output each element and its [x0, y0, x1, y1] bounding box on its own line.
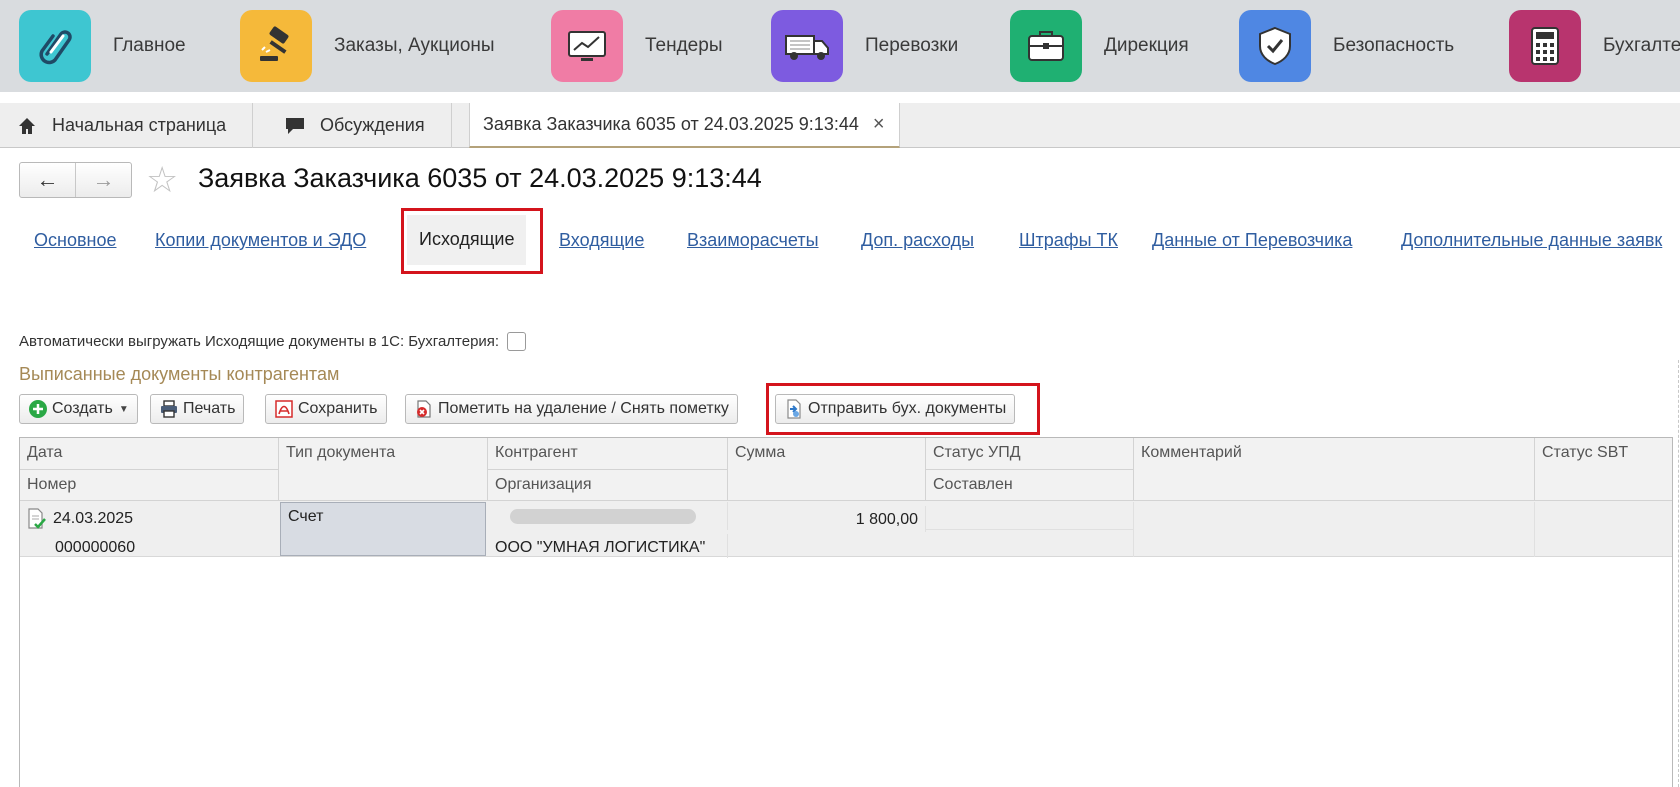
column-header-doc-type[interactable]: Тип документа [279, 438, 488, 501]
auto-export-row: Автоматически выгружать Исходящие докуме… [19, 332, 527, 351]
page-title: Заявка Заказчика 6035 от 24.03.2025 9:13… [198, 163, 762, 193]
arrow-left-icon: ← [36, 167, 59, 192]
print-button[interactable]: Печать [150, 394, 245, 424]
column-header-number[interactable]: Номер [20, 470, 279, 501]
tab-discussions-label: Обсуждения [320, 115, 425, 135]
section-tenders[interactable]: Тендеры [551, 10, 722, 82]
cell-sbt-status[interactable] [1535, 502, 1672, 557]
section-label: Главное [113, 35, 186, 56]
column-header-organization[interactable]: Организация [488, 470, 728, 501]
date-value: 24.03.2025 [53, 510, 134, 527]
tab-extra-expenses[interactable]: Доп. расходы [861, 230, 974, 251]
column-header-counterparty[interactable]: Контрагент [488, 438, 728, 470]
print-label: Печать [183, 400, 236, 417]
history-nav: ← → [19, 162, 132, 198]
column-header-sum[interactable]: Сумма [728, 438, 926, 501]
column-header-composed[interactable]: Составлен [926, 470, 1134, 501]
arrow-right-icon: → [92, 167, 115, 192]
save-label: Сохранить [298, 400, 378, 417]
section-main[interactable]: Главное [19, 10, 186, 82]
cell-upd-status[interactable] [926, 502, 1134, 530]
group-title: Выписанные документы контрагентам [19, 364, 340, 384]
highlight-frame [401, 208, 543, 274]
highlight-frame [766, 383, 1040, 435]
section-label: Тендеры [645, 35, 723, 56]
mark-delete-label: Пометить на удаление / Снять пометку [438, 400, 729, 417]
gavel-icon [240, 10, 312, 82]
cell-number[interactable]: 000000060 [48, 534, 279, 558]
redacted-text [510, 509, 696, 524]
create-button[interactable]: Создать ▼ [19, 394, 138, 424]
tab-penalties[interactable]: Штрафы ТК [1019, 230, 1118, 251]
auto-export-label: Автоматически выгружать Исходящие докуме… [19, 333, 500, 350]
back-button[interactable]: ← [20, 163, 76, 197]
section-label: Дирекция [1104, 35, 1189, 56]
create-label: Создать [52, 400, 113, 417]
cell-organization[interactable]: ООО "УМНАЯ ЛОГИСТИКА" [488, 534, 728, 558]
chevron-down-icon: ▼ [118, 403, 129, 415]
section-directorate[interactable]: Дирекция [1010, 10, 1189, 82]
section-label: Бухгалте [1603, 35, 1680, 56]
tab-current-document[interactable]: Заявка Заказчика 6035 от 24.03.2025 9:13… [469, 103, 900, 148]
documents-table: Дата Тип документа Контрагент Сумма Стат… [19, 437, 1673, 787]
cell-doc-type[interactable]: Счет [280, 502, 486, 556]
cell-sum[interactable]: 1 800,00 [728, 506, 926, 532]
column-header-date[interactable]: Дата [20, 438, 279, 470]
section-accounting[interactable]: Бухгалте [1509, 10, 1680, 82]
plus-circle-icon [28, 399, 48, 419]
section-security[interactable]: Безопасность [1239, 10, 1454, 82]
forward-button[interactable]: → [76, 163, 131, 197]
close-icon[interactable]: × [873, 113, 885, 136]
document-posted-icon [27, 508, 47, 530]
tab-main[interactable]: Основное [34, 230, 116, 251]
cell-composed[interactable] [926, 530, 1134, 557]
chart-monitor-icon [551, 10, 623, 82]
cell-counterparty[interactable] [488, 502, 728, 530]
sections-panel: Главное Заказы, Аукционы Тендеры Перевоз… [0, 0, 1680, 92]
section-label: Перевозки [865, 35, 959, 56]
tab-additional-data[interactable]: Дополнительные данные заявк [1401, 230, 1662, 251]
briefcase-icon [1010, 10, 1082, 82]
column-header-upd-status[interactable]: Статус УПД [926, 438, 1134, 470]
tab-home[interactable]: Начальная страница [0, 103, 254, 148]
tab-incoming[interactable]: Входящие [559, 230, 644, 251]
favorite-star-icon[interactable]: ☆ [146, 160, 178, 200]
tab-carrier-data[interactable]: Данные от Перевозчика [1152, 230, 1352, 251]
tab-discussions[interactable]: Обсуждения [268, 103, 452, 148]
printer-icon [159, 399, 179, 419]
section-transport[interactable]: Перевозки [771, 10, 958, 82]
section-label: Безопасность [1333, 35, 1455, 56]
tab-document-copies[interactable]: Копии документов и ЭДО [155, 230, 366, 251]
column-header-sbt-status[interactable]: Статус SBT [1535, 438, 1672, 501]
pdf-icon [274, 399, 294, 419]
tab-current-label: Заявка Заказчика 6035 от 24.03.2025 9:13… [483, 114, 859, 134]
home-icon [16, 115, 38, 137]
truck-icon [771, 10, 843, 82]
auto-export-checkbox[interactable] [507, 332, 527, 351]
mark-delete-button[interactable]: Пометить на удаление / Снять пометку [405, 394, 738, 424]
column-header-comment[interactable]: Комментарий [1134, 438, 1535, 501]
chat-bubble-icon [284, 115, 306, 137]
tab-home-label: Начальная страница [52, 115, 227, 135]
delete-mark-icon [414, 399, 434, 419]
calculator-icon [1509, 10, 1581, 82]
shield-check-icon [1239, 10, 1311, 82]
open-windows-bar: Начальная страница Обсуждения Заявка Зак… [0, 103, 1680, 148]
save-button[interactable]: Сохранить [265, 394, 387, 424]
tab-settlements[interactable]: Взаиморасчеты [687, 230, 819, 251]
section-label: Заказы, Аукционы [334, 35, 495, 56]
cell-date[interactable]: 24.03.2025 [20, 506, 279, 532]
section-orders[interactable]: Заказы, Аукционы [240, 10, 495, 82]
cell-comment[interactable] [1134, 502, 1535, 557]
paperclip-icon [19, 10, 91, 82]
